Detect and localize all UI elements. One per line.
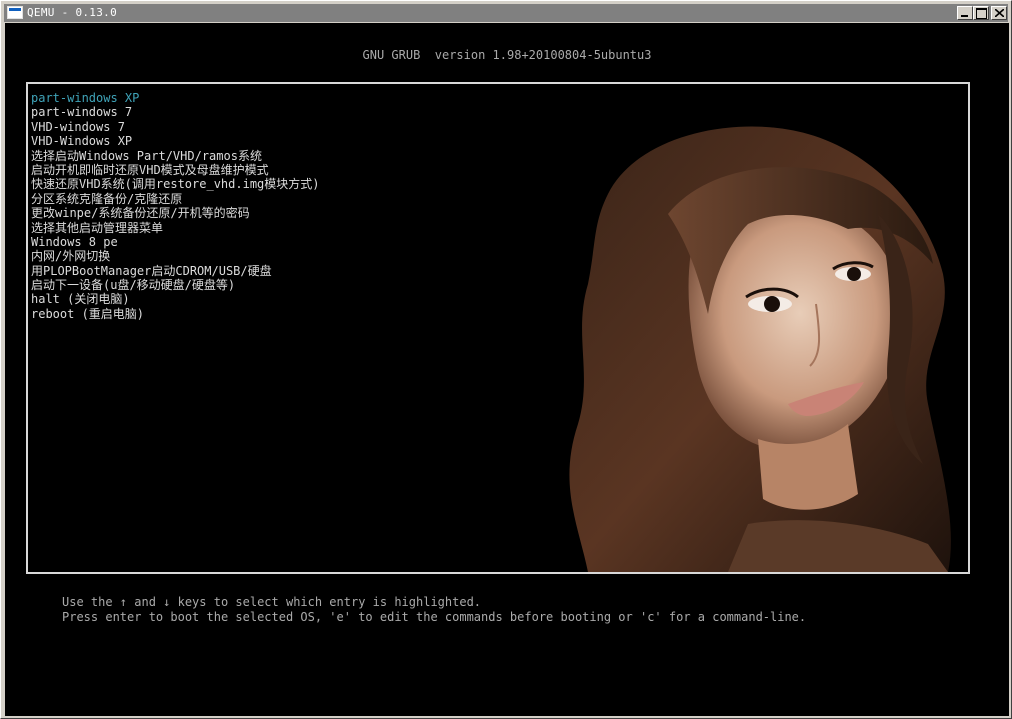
title-bar[interactable]: QEMU - 0.13.0 [4, 4, 1008, 22]
boot-menu-item[interactable]: VHD-Windows XP [31, 134, 320, 148]
minimize-button[interactable] [957, 6, 973, 20]
boot-menu-item[interactable]: 内网/外网切换 [31, 249, 320, 263]
help-line-navigation: Use the ↑ and ↓ keys to select which ent… [62, 595, 482, 609]
boot-menu-item[interactable]: 选择其他启动管理器菜单 [31, 221, 320, 235]
boot-menu-item[interactable]: VHD-windows 7 [31, 120, 320, 134]
background-portrait [569, 126, 951, 572]
app-window-icon[interactable] [7, 6, 23, 19]
boot-menu-item[interactable]: 更改winpe/系统备份还原/开机等的密码 [31, 206, 320, 220]
grub-header: GNU GRUB version 1.98+20100804-5ubuntu3 [362, 48, 652, 62]
window-title: QEMU - 0.13.0 [27, 6, 117, 19]
boot-menu-item[interactable]: halt (关闭电脑) [31, 292, 320, 306]
boot-menu-item[interactable]: 用PLOPBootManager启动CDROM/USB/硬盘 [31, 264, 320, 278]
help-text: Use the ↑ and ↓ keys to select which ent… [62, 595, 806, 624]
boot-menu-item[interactable]: 选择启动Windows Part/VHD/ramos系统 [31, 149, 320, 163]
boot-menu-item[interactable]: 启动开机即临时还原VHD模式及母盘维护模式 [31, 163, 320, 177]
maximize-button[interactable] [973, 6, 989, 20]
boot-menu-item[interactable]: reboot (重启电脑) [31, 307, 320, 321]
boot-menu-item[interactable]: Windows 8 pe [31, 235, 320, 249]
boot-menu-item[interactable]: 快速还原VHD系统(调用restore_vhd.img模块方式) [31, 177, 320, 191]
close-icon [995, 9, 1004, 17]
boot-menu-list: part-windows XP part-windows 7 VHD-windows… [31, 91, 320, 321]
boot-menu-item[interactable]: part-windows XP [31, 91, 320, 105]
help-line-actions: Press enter to boot the selected OS, 'e'… [62, 609, 807, 624]
qemu-window: QEMU - 0.13.0 GNU GRUB version 1.98+2010… [0, 0, 1012, 719]
boot-menu[interactable]: part-windows XP part-windows 7 VHD-windows… [26, 82, 970, 574]
vm-screen[interactable]: GNU GRUB version 1.98+20100804-5ubuntu3 … [5, 23, 1009, 716]
boot-menu-item[interactable]: part-windows 7 [31, 105, 320, 119]
close-button[interactable] [991, 6, 1007, 20]
boot-menu-item[interactable]: 启动下一设备(u盘/移动硬盘/硬盘等) [31, 278, 320, 292]
boot-menu-item[interactable]: 分区系统克隆备份/克隆还原 [31, 192, 320, 206]
